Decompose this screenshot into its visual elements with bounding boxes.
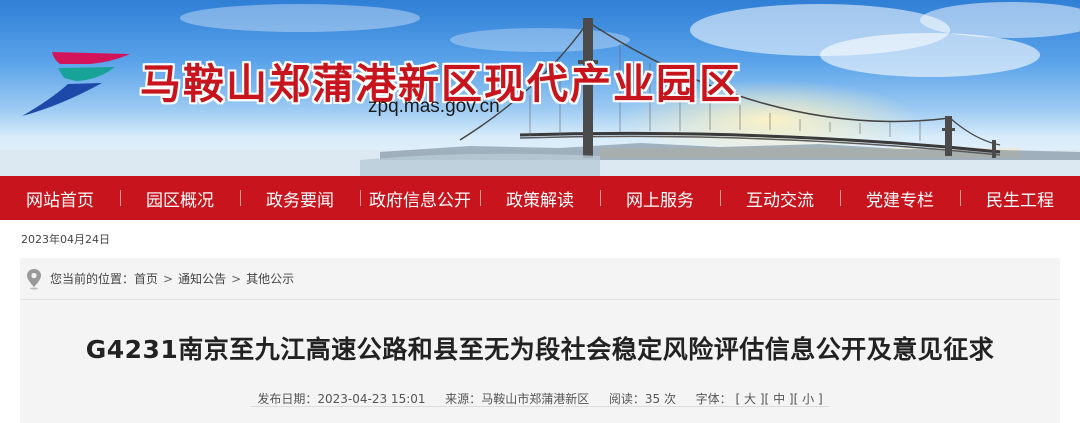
source: 马鞍山市郑蒲港新区 xyxy=(481,392,590,406)
breadcrumb-home-link[interactable]: 首页 xyxy=(134,270,158,287)
meta-divider xyxy=(250,406,830,407)
publish-date-label: 发布日期： xyxy=(257,392,318,406)
font-size-large-button[interactable]: 大 xyxy=(744,392,756,406)
location-pin-icon xyxy=(27,268,41,289)
nav-item-livelihood[interactable]: 民生工程 xyxy=(960,176,1080,220)
nav-item-online-services[interactable]: 网上服务 xyxy=(600,176,720,220)
header-banner: 马鞍山郑蒲港新区现代产业园区 zpq.mas.gov.cn xyxy=(0,0,1080,176)
publish-date: 2023-04-23 15:01 xyxy=(317,392,426,406)
park-logo-icon xyxy=(22,52,130,116)
article-title: G4231南京至九江高速公路和县至无为段社会稳定风险评估信息公开及意见征求 xyxy=(85,335,995,364)
breadcrumb-separator: > xyxy=(163,271,174,286)
breadcrumb-other-notices-link[interactable]: 其他公示 xyxy=(246,270,294,287)
views-unit: 次 xyxy=(663,392,676,406)
font-size-medium-button[interactable]: 中 xyxy=(773,392,785,406)
font-size-small-button[interactable]: 小 xyxy=(802,392,814,406)
breadcrumb-notices-link[interactable]: 通知公告 xyxy=(178,270,226,287)
breadcrumb-prefix: 您当前的位置： xyxy=(50,272,135,286)
current-date: 2023年04月24日 xyxy=(21,233,110,246)
article-meta: 发布日期：2023-04-23 15:01 来源：马鞍山市郑蒲港新区 阅读：35… xyxy=(20,390,1060,407)
font-size-bracket: [ xyxy=(764,392,770,406)
nav-item-park-overview[interactable]: 园区概况 xyxy=(120,176,240,220)
nav-item-interaction[interactable]: 互动交流 xyxy=(720,176,840,220)
nav-item-home[interactable]: 网站首页 xyxy=(0,176,120,220)
nav-item-party-building[interactable]: 党建专栏 xyxy=(840,176,960,220)
nav-item-government-news[interactable]: 政务要闻 xyxy=(240,176,360,220)
font-size-label: 字体： xyxy=(695,392,732,406)
main-nav: 网站首页 园区概况 政务要闻 政府信息公开 政策解读 网上服务 互动交流 党建专… xyxy=(0,176,1080,220)
article-panel: 您当前的位置： 首页 > 通知公告 > 其他公示 G4231南京至九江高速公路和… xyxy=(20,258,1060,423)
font-size-bracket: [ xyxy=(793,392,799,406)
font-size-bracket: [ xyxy=(735,392,741,406)
breadcrumb: 您当前的位置： 首页 > 通知公告 > 其他公示 xyxy=(20,258,1060,300)
nav-item-policy-interpretation[interactable]: 政策解读 xyxy=(480,176,600,220)
site-domain: zpq.mas.gov.cn xyxy=(368,96,500,117)
source-label: 来源： xyxy=(445,392,482,406)
current-date-bar: 2023年04月24日 xyxy=(0,220,1080,258)
views-label: 阅读： xyxy=(608,392,645,406)
views-count: 35 xyxy=(644,392,661,406)
breadcrumb-separator: > xyxy=(231,271,242,286)
font-size-bracket: ] xyxy=(817,392,823,406)
nav-item-information-disclosure[interactable]: 政府信息公开 xyxy=(360,176,480,220)
